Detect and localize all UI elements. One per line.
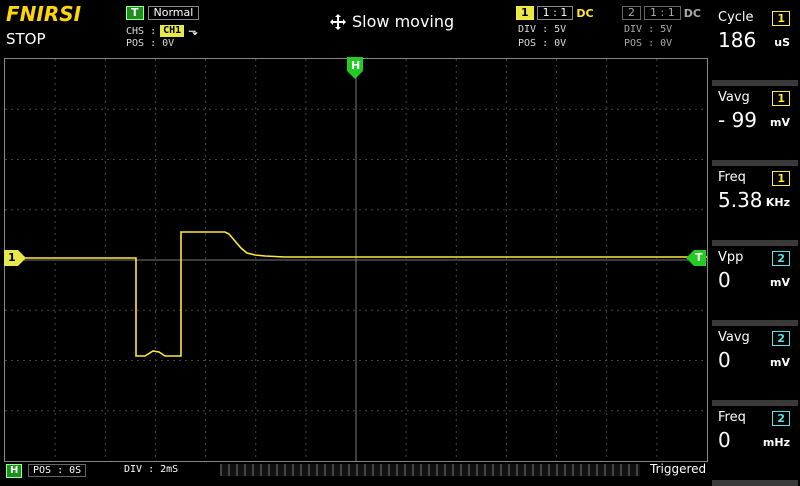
measurement-label: Vpp — [718, 250, 744, 265]
measurement-label: Cycle — [718, 10, 754, 25]
measurement-separator — [712, 400, 798, 406]
ch2-probe[interactable]: 1 : 1 — [644, 6, 681, 20]
measurement-channel-badge: 1 — [772, 171, 790, 186]
falling-edge-icon: ⬎ — [188, 24, 199, 38]
time-division[interactable]: DIV : 2mS — [124, 464, 178, 475]
move-mode-label: Slow moving — [352, 12, 455, 31]
ch2-coupling[interactable]: DC — [684, 7, 701, 20]
ch1-marker-label: 1 — [8, 251, 16, 264]
time-position[interactable]: POS : 0S — [28, 464, 87, 477]
measurement-cycle-ch1[interactable]: Cycle 1 186 uS — [710, 8, 798, 82]
trigger-pos: POS : 0V — [126, 38, 175, 49]
move-mode[interactable]: Slow moving — [330, 12, 454, 31]
chs-label: CHS : — [126, 25, 157, 37]
trigger-mode-group[interactable]: T Normal — [126, 6, 200, 20]
ch1-info[interactable]: 1 1 : 1 DC — [516, 6, 594, 20]
measurement-vavg-ch1[interactable]: Vavg 1 - 99 mV — [710, 88, 798, 162]
measurement-channel-badge: 2 — [772, 331, 790, 346]
measurement-value: - 99 — [718, 108, 758, 132]
ch2-badge: 2 — [622, 6, 641, 20]
trigger-marker-label: T — [695, 251, 703, 264]
measurement-separator — [712, 240, 798, 246]
measurement-unit: mV — [770, 276, 790, 289]
trigger-status: Triggered — [650, 462, 707, 476]
ch1-div: DIV : 5V — [518, 24, 567, 35]
measurement-vpp-ch2[interactable]: Vpp 2 0 mV — [710, 248, 798, 322]
measurement-freq-ch1[interactable]: Freq 1 5.38 KHz — [710, 168, 798, 242]
measurement-unit: mHz — [762, 436, 790, 449]
ch1-level-marker[interactable]: 1 — [4, 250, 26, 270]
measurement-channel-badge: 2 — [772, 251, 790, 266]
measurement-value: 0 — [718, 268, 731, 292]
memory-scroll-bar[interactable] — [220, 464, 640, 476]
measurement-label: Freq — [718, 170, 746, 185]
measurement-value: 0 — [718, 348, 731, 372]
ch2-pos: POS : 0V — [624, 38, 673, 49]
move-arrows-icon — [330, 13, 346, 30]
measurement-label: Freq — [718, 410, 746, 425]
measurement-separator — [712, 320, 798, 326]
ch2-info[interactable]: 2 1 : 1 DC — [622, 6, 701, 20]
measurement-channel-badge: 1 — [772, 11, 790, 26]
graticule — [5, 59, 707, 461]
waveform-display[interactable]: H — [4, 57, 708, 462]
ch1-pos: POS : 0V — [518, 38, 567, 49]
measurement-vavg-ch2[interactable]: Vavg 2 0 mV — [710, 328, 798, 402]
ch1-badge: 1 — [516, 6, 534, 20]
ch1-coupling[interactable]: DC — [576, 7, 593, 20]
waveform-canvas — [5, 59, 707, 461]
trigger-source-row: CHS : CH1 ⬎ — [126, 24, 198, 38]
measurement-unit: mV — [770, 116, 790, 129]
measurement-label: Vavg — [718, 90, 750, 105]
ch1-probe[interactable]: 1 : 1 — [536, 6, 574, 20]
brand-logo: FNIRSI — [6, 2, 82, 26]
h-marker-label: H — [351, 59, 361, 72]
measurement-unit: KHz — [765, 196, 790, 209]
measurement-unit: mV — [770, 356, 790, 369]
run-state[interactable]: STOP — [6, 30, 46, 48]
trigger-mode[interactable]: Normal — [147, 6, 200, 20]
measurement-value: 0 — [718, 428, 731, 452]
trigger-source-badge[interactable]: CH1 — [160, 25, 185, 37]
measurement-channel-badge: 2 — [772, 411, 790, 426]
trigger-level-marker[interactable]: T — [686, 250, 706, 270]
horizontal-position-marker[interactable]: H — [347, 57, 363, 83]
measurement-separator — [712, 160, 798, 166]
measurement-unit: uS — [774, 36, 790, 49]
measurement-value: 186 — [718, 28, 757, 52]
trigger-badge: T — [126, 6, 144, 20]
measurement-channel-badge: 1 — [772, 91, 790, 106]
measurement-separator — [712, 480, 798, 486]
measurement-separator — [712, 80, 798, 86]
measurement-value: 5.38 — [718, 188, 763, 212]
measurement-label: Vavg — [718, 330, 750, 345]
ch2-div: DIV : 5V — [624, 24, 673, 35]
footer-bar: H POS : 0S DIV : 2mS Triggered — [0, 462, 800, 480]
h-badge: H — [6, 464, 23, 478]
